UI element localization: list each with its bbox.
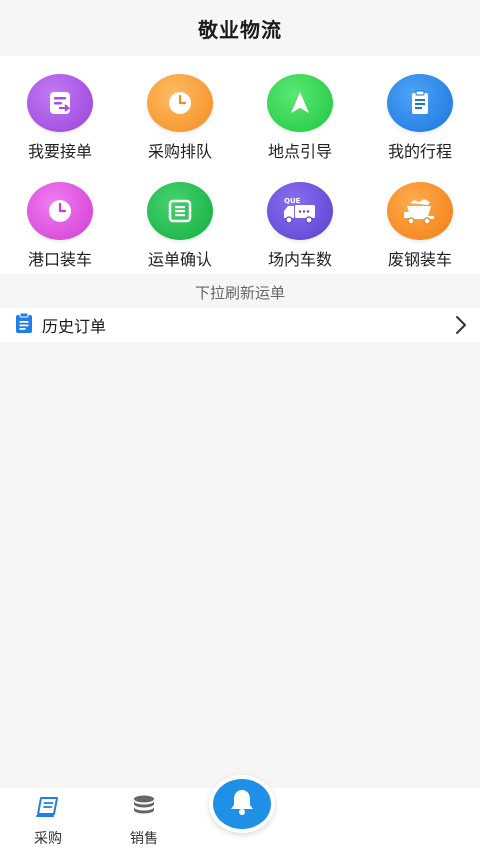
document-icon bbox=[14, 312, 34, 338]
bell-icon bbox=[228, 787, 256, 821]
navigation-arrow-icon bbox=[267, 74, 333, 132]
grid-item-vehicles-on-site[interactable]: QUE 场内车数 bbox=[240, 170, 360, 270]
tab-label: 采购 bbox=[34, 831, 62, 847]
queue-truck-icon: QUE bbox=[267, 182, 333, 240]
grid-item-label: 运单确认 bbox=[147, 250, 212, 269]
history-orders-row[interactable]: 历史订单 bbox=[0, 308, 480, 342]
clock-icon bbox=[147, 74, 213, 132]
pull-refresh-hint: 下拉刷新运单 bbox=[194, 283, 285, 302]
grid-item-label: 港口装车 bbox=[27, 250, 92, 269]
tab-purchase[interactable]: 采购 bbox=[0, 788, 96, 853]
chevron-right-icon bbox=[454, 315, 468, 339]
grid-item-my-trip[interactable]: 我的行程 bbox=[360, 62, 480, 162]
page-title: 敬业物流 bbox=[198, 17, 282, 42]
clock-icon bbox=[27, 182, 93, 240]
grid-item-label: 我的行程 bbox=[387, 142, 452, 161]
grid-item-label: 场内车数 bbox=[267, 250, 332, 269]
grid-item-port-loading[interactable]: 港口装车 bbox=[0, 170, 120, 270]
document-icon bbox=[35, 794, 61, 822]
receipt-icon bbox=[27, 74, 93, 132]
grid-item-waybill-confirm[interactable]: 运单确认 bbox=[120, 170, 240, 270]
grid-item-label: 废钢装车 bbox=[387, 250, 452, 269]
grid-item-label: 采购排队 bbox=[147, 142, 212, 161]
history-orders-label: 历史订单 bbox=[42, 317, 107, 336]
database-icon bbox=[131, 794, 157, 822]
grid-item-location-guide[interactable]: 地点引导 bbox=[240, 62, 360, 162]
tab-sales[interactable]: 销售 bbox=[96, 788, 192, 853]
tab-label: 销售 bbox=[130, 831, 158, 847]
grid-item-accept-order[interactable]: 我要接单 bbox=[0, 62, 120, 162]
grid-item-purchase-queue[interactable]: 采购排队 bbox=[120, 62, 240, 162]
notification-bell-button[interactable] bbox=[209, 775, 275, 833]
function-grid: 我要接单 采购排队 地点引导 我的行程 港口装车 运单确认 QUE 场内车数 废… bbox=[0, 56, 480, 274]
app-header: 敬业物流 bbox=[0, 0, 480, 56]
grid-item-label: 地点引导 bbox=[267, 142, 332, 161]
grid-item-label: 我要接单 bbox=[27, 142, 92, 161]
clipboard-icon bbox=[387, 74, 453, 132]
grid-item-scrap-loading[interactable]: 废钢装车 bbox=[360, 170, 480, 270]
que-badge: QUE bbox=[284, 197, 301, 205]
dump-truck-icon bbox=[387, 182, 453, 240]
list-box-icon bbox=[147, 182, 213, 240]
